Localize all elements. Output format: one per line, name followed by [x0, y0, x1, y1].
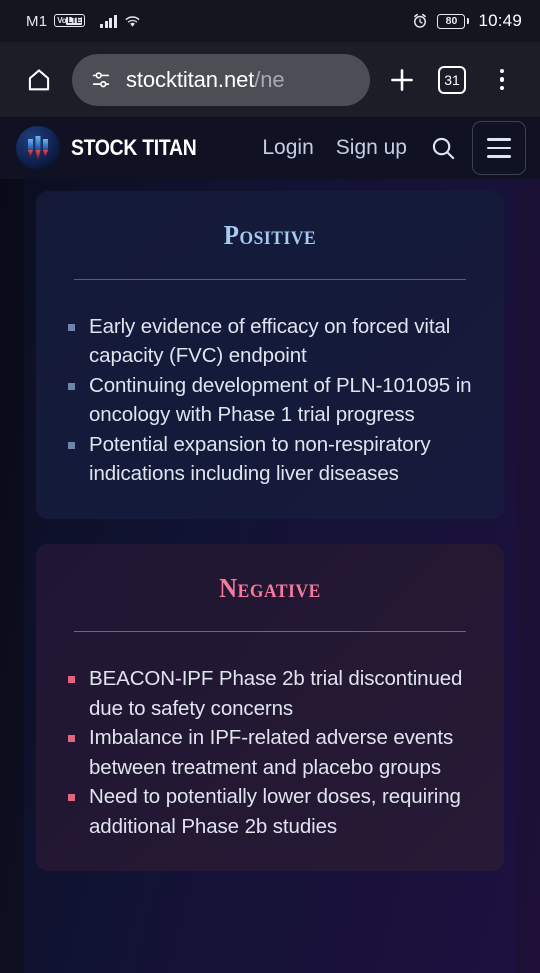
content-container: Positive Early evidence of efficacy on f…: [24, 179, 516, 973]
brand-name: STOCK TITAN: [71, 135, 197, 160]
battery-cap: [466, 18, 470, 24]
status-bar-left: M1 VoLTE: [26, 13, 141, 30]
hamburger-menu-icon: [487, 138, 511, 141]
battery-indicator: 80: [437, 13, 470, 29]
scroll-region[interactable]: Positive Early evidence of efficacy on f…: [24, 179, 516, 973]
url-host: stocktitan.net: [126, 66, 255, 92]
list-item: Potential expansion to non-respiratory i…: [64, 430, 476, 489]
browser-toolbar: stocktitan.net/ne 31: [0, 42, 540, 117]
positive-card-title: Positive: [223, 220, 317, 250]
status-bar-right: 80 10:49: [412, 11, 522, 31]
hamburger-menu-button[interactable]: [472, 121, 526, 175]
negative-card: Negative BEACON-IPF Phase 2b trial disco…: [36, 543, 504, 872]
list-item: BEACON-IPF Phase 2b trial discontinued d…: [64, 664, 476, 723]
positive-bullet-list: Early evidence of efficacy on forced vit…: [64, 312, 476, 489]
negative-card-title: Negative: [219, 572, 321, 603]
status-bar-clock: 10:49: [478, 11, 522, 30]
tab-switcher-button[interactable]: 31: [428, 56, 476, 104]
list-item: Early evidence of efficacy on forced vit…: [64, 312, 476, 371]
wifi-icon: [124, 14, 141, 28]
search-icon: [432, 137, 454, 159]
site-header: STOCK TITAN Login Sign up: [0, 117, 540, 179]
brand-home-link[interactable]: STOCK TITAN: [16, 126, 214, 170]
page-content: Positive Early evidence of efficacy on f…: [0, 179, 540, 973]
url-path: /ne: [254, 66, 285, 92]
list-item: Imbalance in IPF-related adverse events …: [64, 723, 476, 782]
battery-level: 80: [437, 13, 466, 29]
list-item: Continuing development of PLN-101095 in …: [64, 371, 476, 430]
stock-titan-logo: [16, 126, 60, 170]
positive-card-divider: [74, 278, 466, 280]
volte-suffix: LTE: [66, 15, 83, 25]
status-bar: M1 VoLTE 80 10:49: [0, 0, 540, 42]
home-button[interactable]: [16, 57, 62, 103]
tab-count-label: 31: [438, 65, 466, 94]
search-button[interactable]: [422, 127, 464, 169]
browser-menu-button[interactable]: [478, 56, 526, 104]
carrier-label: M1: [26, 12, 48, 30]
url-text: stocktitan.net/ne: [126, 67, 285, 93]
signup-link[interactable]: Sign up: [325, 136, 418, 160]
negative-card-divider: [74, 631, 466, 633]
site-nav: Login Sign up: [251, 121, 526, 175]
volte-badge: VoLTE: [54, 13, 86, 27]
tune-icon: [92, 71, 110, 87]
url-bar[interactable]: stocktitan.net/ne: [72, 53, 370, 106]
volte-prefix: Vo: [57, 15, 67, 25]
alarm-clock-icon: [412, 13, 428, 29]
plus-icon: [391, 68, 413, 91]
cellular-signal-icon: [100, 14, 117, 28]
negative-bullet-list: BEACON-IPF Phase 2b trial discontinued d…: [64, 664, 476, 841]
login-link[interactable]: Login: [251, 136, 324, 160]
phone-screen: M1 VoLTE 80 10:49 stocktitan.net/ne 31 S…: [0, 0, 540, 973]
three-dot-menu-icon: [499, 68, 505, 91]
new-tab-button[interactable]: [378, 56, 426, 104]
list-item: Need to potentially lower doses, requiri…: [64, 782, 476, 841]
positive-card: Positive Early evidence of efficacy on f…: [36, 191, 504, 519]
home-icon: [28, 68, 50, 90]
web-page: STOCK TITAN Login Sign up Positive Early…: [0, 117, 540, 973]
